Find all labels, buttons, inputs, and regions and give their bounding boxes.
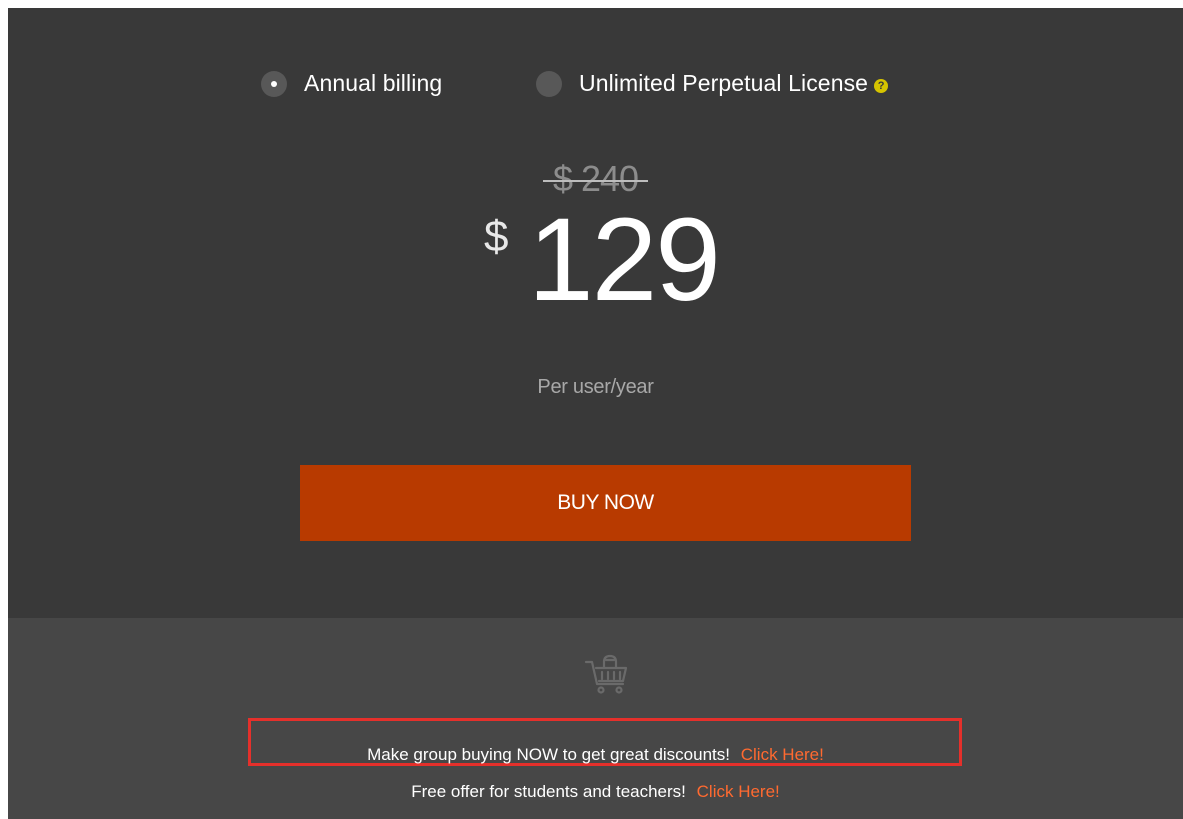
buy-now-button[interactable]: BUY NOW <box>300 465 911 541</box>
student-offer-text: Free offer for students and teachers! <box>411 782 686 801</box>
perpetual-license-option[interactable]: Unlimited Perpetual License ? <box>536 70 889 97</box>
help-icon[interactable]: ? <box>874 78 889 93</box>
student-offer-link[interactable]: Click Here! <box>697 782 780 801</box>
annual-billing-radio[interactable] <box>261 70 287 97</box>
currency-symbol: $ <box>484 212 509 261</box>
billing-options: Annual billing Unlimited Perpetual Licen… <box>8 70 1183 100</box>
pricing-panel: Annual billing Unlimited Perpetual Licen… <box>8 8 1183 819</box>
promotions-section: Make group buying NOW to get great disco… <box>8 618 1183 819</box>
group-offer-text: Make group buying NOW to get great disco… <box>367 745 730 764</box>
student-offer-line: Free offer for students and teachers! Cl… <box>8 782 1183 802</box>
current-price: $ 129 <box>8 194 1183 326</box>
annual-billing-label: Annual billing <box>304 70 443 96</box>
perpetual-license-radio[interactable] <box>536 70 562 97</box>
price-amount: 129 <box>528 194 721 326</box>
price-period: Per user/year <box>537 376 654 398</box>
shopping-cart-icon <box>584 654 628 694</box>
pricing-section: Annual billing Unlimited Perpetual Licen… <box>8 8 1183 618</box>
group-offer-line: Make group buying NOW to get great disco… <box>8 745 1183 765</box>
annual-billing-option[interactable]: Annual billing <box>261 70 442 97</box>
perpetual-license-label: Unlimited Perpetual License <box>579 70 869 96</box>
group-offer-link[interactable]: Click Here! <box>741 745 824 764</box>
